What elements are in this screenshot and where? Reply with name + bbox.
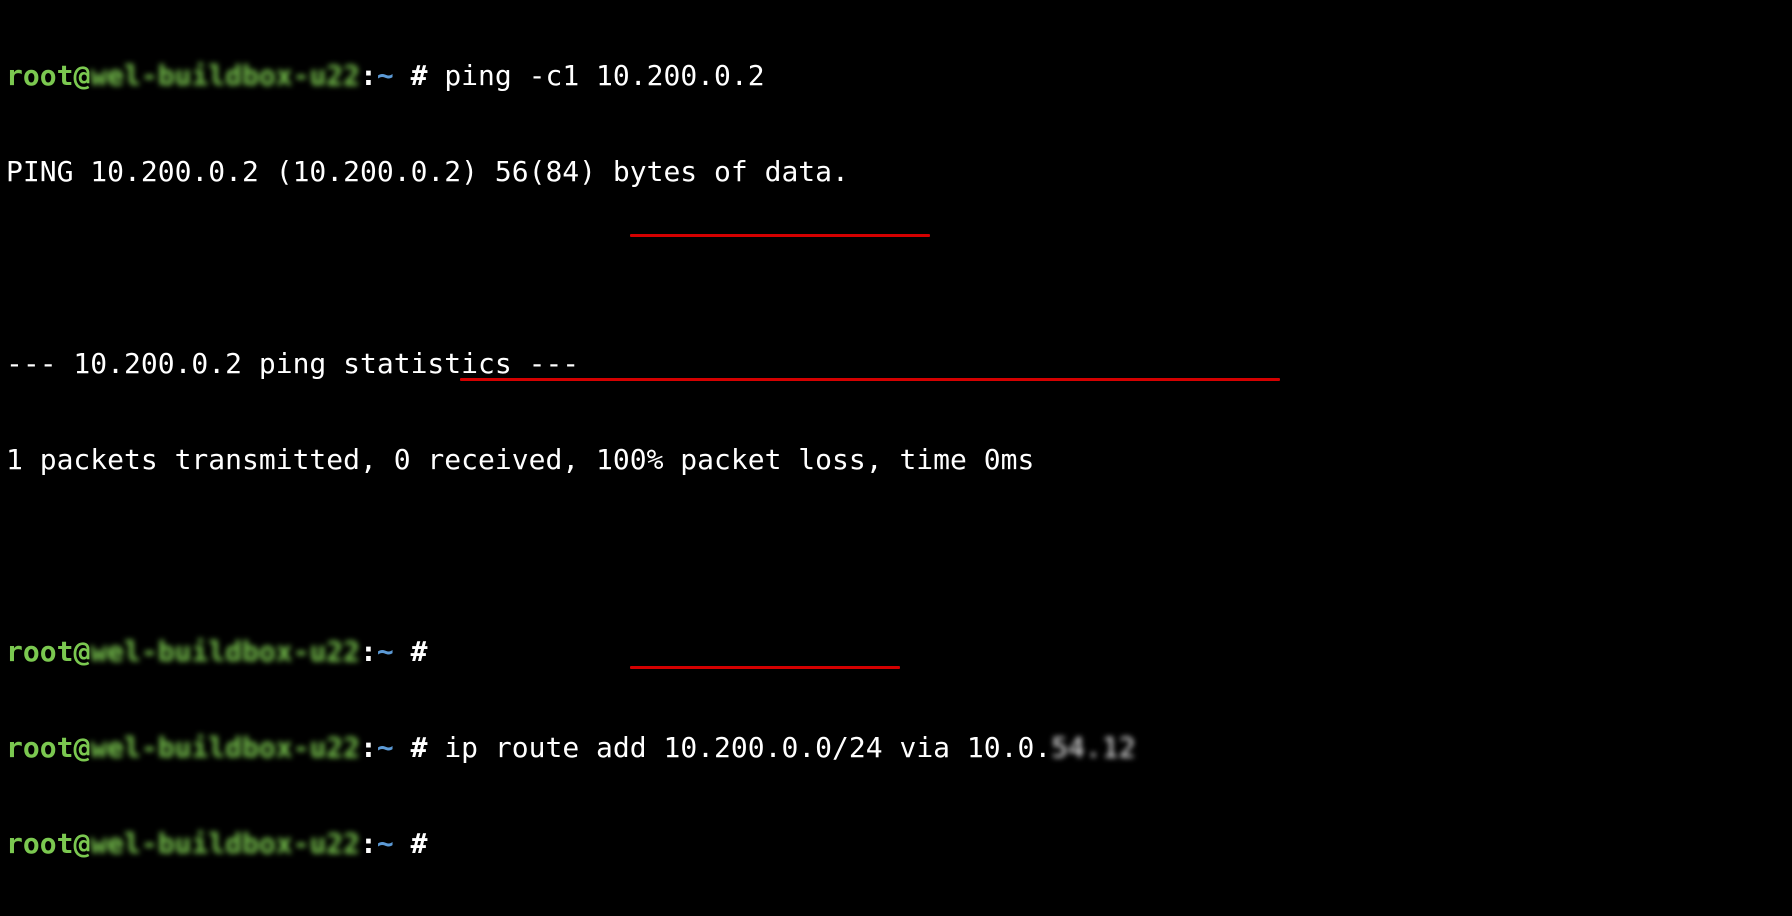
out-ping1-header: PING 10.200.0.2 (10.200.0.2) 56(84) byte… [6,148,1786,196]
prompt-user: root [6,59,73,92]
prompt-path: ~ [377,827,394,860]
out-ping1-pre: 1 packets transmitted, 0 received, [6,443,596,476]
line-cmd-iproute: root@wel-buildbox-u22:~ # ip route add 1… [6,724,1786,772]
line-prompt-empty1: root@wel-buildbox-u22:~ # [6,628,1786,676]
out-ping1-post: time 0ms [883,443,1035,476]
prompt-path: ~ [377,731,394,764]
out-ping1-loss: 100% packet loss, [596,443,883,476]
out-ping1-stats-title: --- 10.200.0.2 ping statistics --- [6,340,1786,388]
prompt-hash: # [394,731,445,764]
prompt-colon: : [360,827,377,860]
line-cmd-ping1: root@wel-buildbox-u22:~ # ping -c1 10.20… [6,52,1786,100]
prompt-hash: # [394,59,445,92]
prompt-at: @ [73,731,90,764]
annotation-underline [630,234,930,237]
prompt-host-obscured: wel-buildbox-u22 [90,731,360,764]
prompt-host-obscured: wel-buildbox-u22 [90,635,360,668]
prompt-user: root [6,635,73,668]
prompt-path: ~ [377,59,394,92]
prompt-at: @ [73,635,90,668]
prompt-colon: : [360,731,377,764]
prompt-user: root [6,731,73,764]
out-ping1-stats-line: 1 packets transmitted, 0 received, 100% … [6,436,1786,484]
prompt-host-obscured: wel-buildbox-u22 [90,59,360,92]
prompt-at: @ [73,59,90,92]
blank-line [6,532,1786,580]
prompt-colon: : [360,59,377,92]
prompt-colon: : [360,635,377,668]
blank-line [6,244,1786,292]
prompt-user: root [6,827,73,860]
cmd-iproute: ip route add 10.200.0.0/24 via 10.0. [444,731,1051,764]
prompt-hash: # [394,635,445,668]
terminal-output[interactable]: root@wel-buildbox-u22:~ # ping -c1 10.20… [0,0,1792,916]
prompt-hash: # [394,827,445,860]
prompt-host-obscured: wel-buildbox-u22 [90,827,360,860]
prompt-at: @ [73,827,90,860]
line-prompt-empty2: root@wel-buildbox-u22:~ # [6,820,1786,868]
annotation-underline [630,666,900,669]
cmd-iproute-ip-obscured: 54.12 [1051,731,1135,764]
prompt-path: ~ [377,635,394,668]
cmd-ping1: ping -c1 10.200.0.2 [444,59,764,92]
annotation-underline [460,378,1280,381]
